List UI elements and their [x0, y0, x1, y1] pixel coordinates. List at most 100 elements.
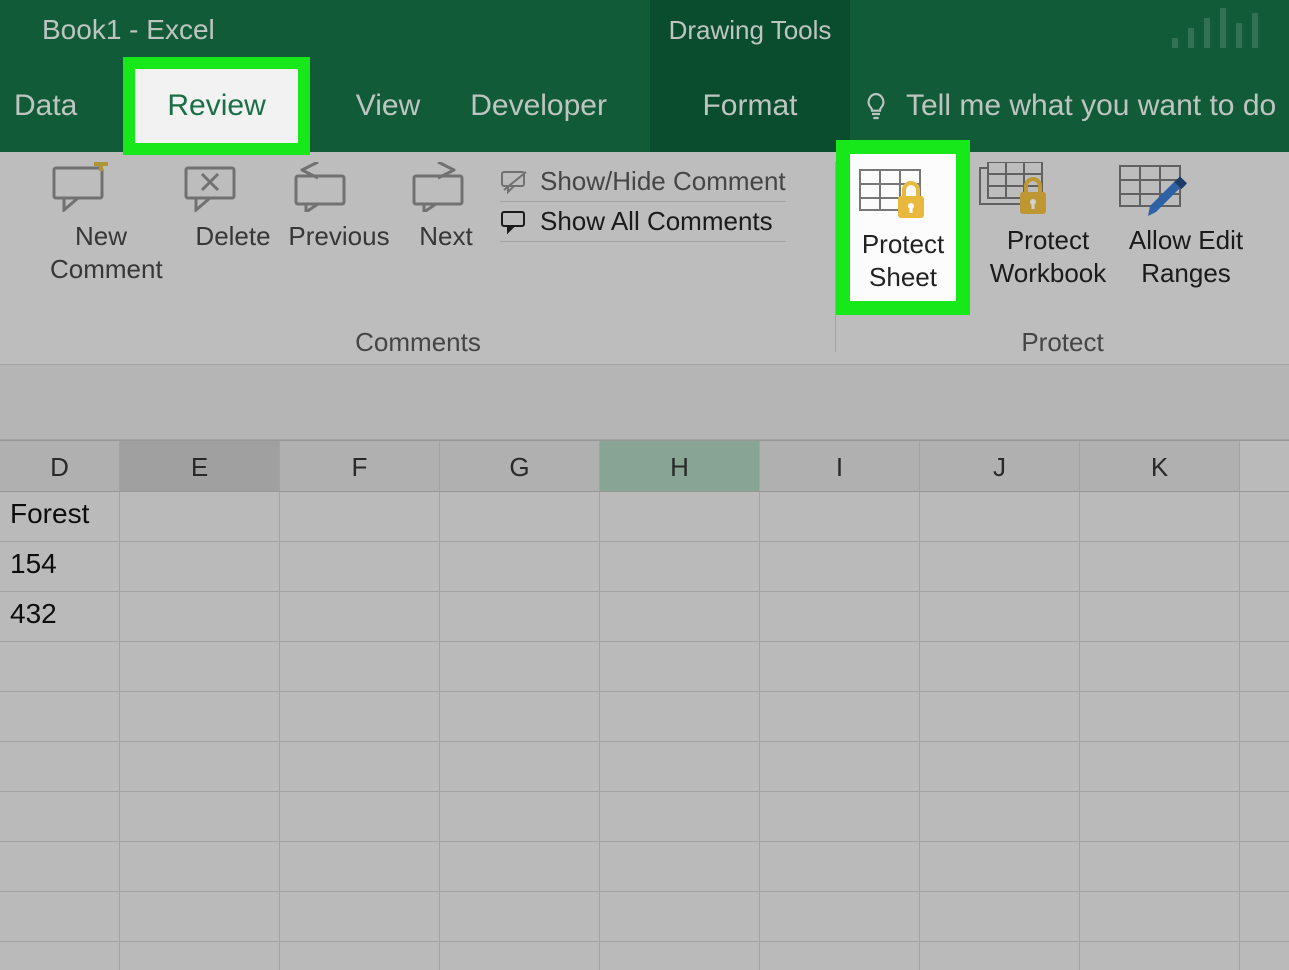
delete-comment-button[interactable]: Delete: [182, 162, 284, 253]
cell[interactable]: [0, 642, 120, 691]
cell[interactable]: [1080, 892, 1240, 941]
cell-E2[interactable]: [120, 542, 280, 591]
cell[interactable]: [1080, 792, 1240, 841]
cell[interactable]: [0, 842, 120, 891]
cell[interactable]: [920, 692, 1080, 741]
cell[interactable]: [280, 642, 440, 691]
show-all-comments-button[interactable]: Show All Comments: [500, 202, 786, 242]
cell[interactable]: [0, 942, 120, 970]
table-row[interactable]: [0, 892, 1289, 942]
cell[interactable]: [440, 692, 600, 741]
cell-J3[interactable]: [920, 592, 1080, 641]
cell[interactable]: [280, 742, 440, 791]
col-header-J[interactable]: J: [920, 441, 1080, 491]
cell-I3[interactable]: [760, 592, 920, 641]
col-header-D[interactable]: D: [0, 441, 120, 491]
col-header-G[interactable]: G: [440, 441, 600, 491]
col-header-K[interactable]: K: [1080, 441, 1240, 491]
cell[interactable]: [280, 942, 440, 970]
cell[interactable]: [760, 892, 920, 941]
cell[interactable]: [0, 692, 120, 741]
cell[interactable]: [120, 692, 280, 741]
cell-I2[interactable]: [760, 542, 920, 591]
cell[interactable]: [600, 792, 760, 841]
cell[interactable]: [760, 942, 920, 970]
cell-G3[interactable]: [440, 592, 600, 641]
cell[interactable]: [1080, 942, 1240, 970]
cell[interactable]: [920, 792, 1080, 841]
table-row[interactable]: [0, 792, 1289, 842]
tab-format[interactable]: Format: [702, 89, 797, 123]
col-header-E[interactable]: E: [120, 441, 280, 491]
cell-D1[interactable]: Forest: [0, 492, 120, 541]
cell[interactable]: [280, 892, 440, 941]
formula-bar-area[interactable]: [0, 364, 1289, 440]
cell-E3[interactable]: [120, 592, 280, 641]
table-row[interactable]: [0, 642, 1289, 692]
cell[interactable]: [920, 642, 1080, 691]
spreadsheet-grid[interactable]: D E F G H I J K Forest 154: [0, 440, 1289, 970]
table-row[interactable]: [0, 692, 1289, 742]
col-header-H[interactable]: H: [600, 441, 760, 491]
show-hide-comment-button[interactable]: Show/Hide Comment: [500, 162, 786, 202]
cell-D3[interactable]: 432: [0, 592, 120, 641]
table-row[interactable]: [0, 942, 1289, 970]
table-row[interactable]: 154: [0, 542, 1289, 592]
next-comment-button[interactable]: Next: [406, 162, 486, 253]
tab-developer[interactable]: Developer: [466, 83, 611, 129]
cell[interactable]: [0, 792, 120, 841]
col-header-I[interactable]: I: [760, 441, 920, 491]
cell[interactable]: [440, 642, 600, 691]
cell[interactable]: [440, 892, 600, 941]
cell[interactable]: [600, 742, 760, 791]
cell[interactable]: [600, 642, 760, 691]
tell-me-search[interactable]: Tell me what you want to do: [860, 60, 1276, 152]
cell[interactable]: [600, 892, 760, 941]
cell[interactable]: [920, 742, 1080, 791]
cell[interactable]: [1080, 742, 1240, 791]
cell-K2[interactable]: [1080, 542, 1240, 591]
table-row[interactable]: Forest: [0, 492, 1289, 542]
cell-G2[interactable]: [440, 542, 600, 591]
table-row[interactable]: [0, 842, 1289, 892]
cell[interactable]: [920, 942, 1080, 970]
cell-K1[interactable]: [1080, 492, 1240, 541]
tab-review[interactable]: Review: [135, 69, 297, 143]
cell-D2[interactable]: 154: [0, 542, 120, 591]
cell-I1[interactable]: [760, 492, 920, 541]
cell-F3[interactable]: [280, 592, 440, 641]
cell[interactable]: [120, 742, 280, 791]
cell[interactable]: [1080, 692, 1240, 741]
cell[interactable]: [920, 842, 1080, 891]
cell[interactable]: [120, 942, 280, 970]
previous-comment-button[interactable]: Previous: [288, 162, 390, 253]
cell[interactable]: [280, 792, 440, 841]
column-headers[interactable]: D E F G H I J K: [0, 440, 1289, 492]
cell[interactable]: [760, 842, 920, 891]
cell[interactable]: [120, 792, 280, 841]
cell-H1[interactable]: [600, 492, 760, 541]
cell-J2[interactable]: [920, 542, 1080, 591]
cell[interactable]: [120, 892, 280, 941]
cell-J1[interactable]: [920, 492, 1080, 541]
cell[interactable]: [760, 642, 920, 691]
protect-workbook-button[interactable]: Protect Workbook: [978, 162, 1118, 289]
cell[interactable]: [1080, 842, 1240, 891]
cell[interactable]: [600, 842, 760, 891]
cell[interactable]: [280, 842, 440, 891]
cell[interactable]: [920, 892, 1080, 941]
cell[interactable]: [440, 742, 600, 791]
new-comment-button[interactable]: New Comment: [50, 162, 152, 285]
table-row[interactable]: [0, 742, 1289, 792]
cell[interactable]: [0, 892, 120, 941]
cell-E1[interactable]: [120, 492, 280, 541]
cell[interactable]: [120, 842, 280, 891]
allow-edit-ranges-button[interactable]: Allow Edit Ranges: [1116, 162, 1256, 289]
protect-sheet-button[interactable]: Protect Sheet: [850, 154, 956, 301]
cell[interactable]: [760, 692, 920, 741]
table-row[interactable]: 432: [0, 592, 1289, 642]
cell-F2[interactable]: [280, 542, 440, 591]
cell[interactable]: [1080, 642, 1240, 691]
tab-view[interactable]: View: [352, 83, 424, 129]
cell[interactable]: [760, 792, 920, 841]
